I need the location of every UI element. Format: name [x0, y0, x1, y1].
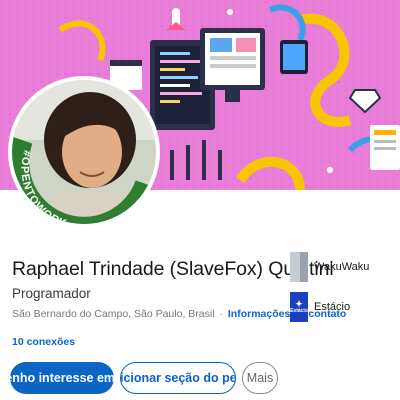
estacio-star-icon: ✦ [295, 299, 303, 309]
company-estacio[interactable]: ✦ Estácio Estácio [290, 292, 350, 322]
add-profile-section-button[interactable]: Adicionar seção do perfil [120, 362, 236, 394]
wakuwaku-logo [290, 252, 308, 282]
open-to-button[interactable]: Tenho interesse em... [10, 362, 114, 394]
profile-location: São Bernardo do Campo, São Paulo, Brasil [12, 308, 215, 320]
connections-link[interactable]: 10 conexões [12, 336, 75, 348]
profile-name: Raphael Trindade (SlaveFox) Quintini [12, 258, 334, 280]
more-button[interactable]: Mais [242, 362, 278, 394]
estacio-logo-text: Estácio [290, 308, 308, 314]
profile-avatar[interactable]: #OPENTOWORK [8, 76, 160, 228]
company-name: WakuWaku [314, 261, 370, 273]
separator-dot: · [219, 308, 223, 320]
estacio-logo: ✦ Estácio [290, 292, 308, 322]
profile-headline: Programador [12, 286, 91, 301]
avatar-photo: #OPENTOWORK [12, 80, 156, 224]
company-name: Estácio [314, 301, 351, 313]
avatar-image: #OPENTOWORK [12, 80, 156, 224]
company-wakuwaku[interactable]: WakuWaku [290, 252, 369, 282]
